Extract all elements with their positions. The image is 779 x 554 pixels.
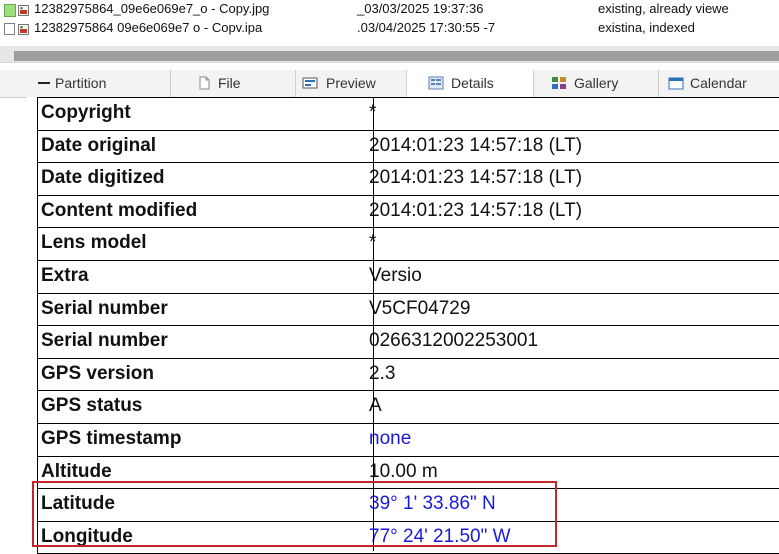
- tab-partition[interactable]: Partition: [0, 70, 171, 97]
- file-name: 12382975864 09e6e069e7 o - Copv.ipa: [34, 20, 263, 35]
- calendar-icon: [668, 76, 684, 90]
- detail-key: Copyright: [41, 102, 131, 123]
- tab-details[interactable]: Details: [407, 70, 534, 97]
- file-row[interactable]: 12382975864_09e6e069e7_o - Copy.jpg _03/…: [0, 0, 779, 19]
- detail-value: Versio: [369, 264, 422, 286]
- table-row: GPS version 2.3: [38, 359, 779, 392]
- table-row: Copyright *: [38, 98, 779, 131]
- table-row: Date digitized 2014:01:23 14:57:18 (LT): [38, 163, 779, 196]
- table-row: Lens model *: [38, 228, 779, 261]
- detail-key: Date digitized: [41, 167, 165, 189]
- image-file-icon: [18, 4, 29, 16]
- detail-key: GPS status: [41, 395, 143, 417]
- view-tab-bar: Partition File Preview Details Gallery C…: [0, 70, 779, 98]
- partition-icon: [36, 76, 52, 90]
- detail-key: Serial number: [41, 330, 168, 352]
- detail-value: V5CF04729: [369, 297, 471, 319]
- file-name: 12382975864_09e6e069e7_o - Copy.jpg: [34, 1, 270, 16]
- tab-label: Details: [451, 75, 494, 91]
- file-status: existing, already viewe: [598, 1, 729, 16]
- detail-value: 2014:01:23 14:57:18 (LT): [369, 167, 583, 189]
- selection-marker: [4, 4, 16, 17]
- detail-key: Content modified: [41, 199, 198, 221]
- table-row: GPS status A: [38, 391, 779, 424]
- table-row: GPS timestamp none: [38, 424, 779, 457]
- file-icon: [196, 76, 212, 90]
- details-icon: [428, 76, 444, 90]
- detail-key: Altitude: [41, 460, 112, 482]
- tab-gallery[interactable]: Gallery: [534, 70, 659, 97]
- tab-label: Calendar: [690, 75, 747, 91]
- table-row: Serial number 0266312002253001: [38, 326, 779, 359]
- detail-key: Serial number: [41, 297, 168, 319]
- file-date: .03/04/2025 17:30:55 -7: [357, 20, 496, 35]
- tab-label: Partition: [55, 75, 107, 91]
- detail-value: 0266312002253001: [369, 330, 539, 352]
- tab-preview[interactable]: Preview: [296, 70, 407, 97]
- detail-key: GPS version: [41, 362, 154, 384]
- detail-value-link[interactable]: none: [369, 428, 411, 450]
- detail-value: 2014:01:23 14:57:18 (LT): [369, 134, 583, 156]
- tab-label: Gallery: [574, 75, 619, 91]
- file-status: existina, indexed: [598, 20, 695, 35]
- tab-calendar[interactable]: Calendar: [659, 70, 779, 97]
- image-file-icon: [18, 23, 29, 35]
- detail-key: GPS timestamp: [41, 427, 182, 449]
- gps-highlight-box: [32, 481, 557, 547]
- detail-key: Date original: [41, 134, 157, 156]
- detail-key: Extra: [41, 264, 89, 286]
- tab-label: File: [218, 75, 241, 91]
- table-row: Date original 2014:01:23 14:57:18 (LT): [38, 131, 779, 164]
- file-date: _03/03/2025 19:37:36: [357, 1, 484, 16]
- table-row: Content modified 2014:01:23 14:57:18 (LT…: [38, 196, 779, 229]
- detail-value: 2014:01:23 14:57:18 (LT): [369, 199, 583, 221]
- scrollbar-thumb[interactable]: [14, 51, 779, 61]
- tab-label: Preview: [326, 75, 376, 91]
- gallery-icon: [551, 76, 567, 90]
- file-checkbox[interactable]: [4, 23, 15, 35]
- table-row: Extra Versio: [38, 261, 779, 294]
- file-list: 12382975864_09e6e069e7_o - Copy.jpg _03/…: [0, 0, 779, 63]
- detail-value: A: [369, 395, 382, 417]
- file-row[interactable]: 12382975864 09e6e069e7 o - Copv.ipa .03/…: [0, 19, 779, 38]
- detail-value: 10.00 m: [369, 460, 438, 482]
- tab-file[interactable]: File: [171, 70, 296, 97]
- detail-key: Lens model: [41, 232, 147, 254]
- preview-icon: [302, 76, 318, 90]
- table-row: Serial number V5CF04729: [38, 294, 779, 327]
